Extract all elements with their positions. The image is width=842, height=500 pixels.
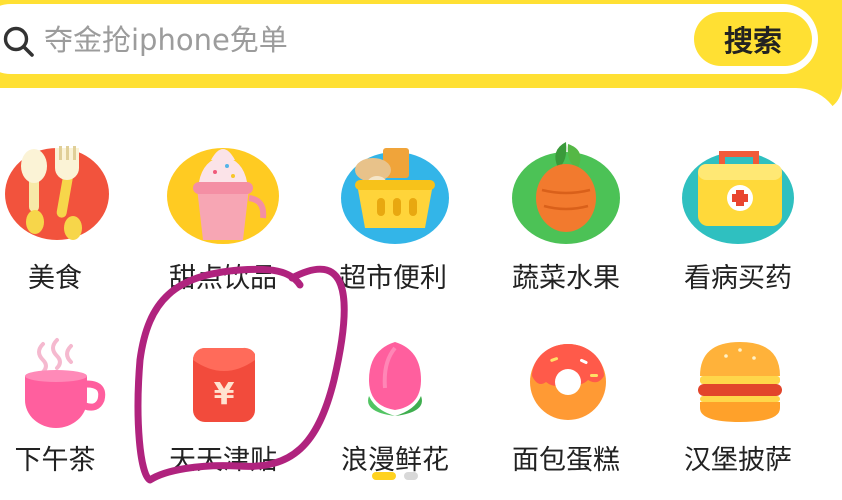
tea-cup-icon [25, 338, 106, 428]
flower-icon [368, 342, 422, 416]
category-label: 天天津贴 [169, 445, 277, 476]
category-label: 超市便利 [339, 263, 447, 294]
category-afternoon-tea[interactable]: 下午茶 [0, 330, 140, 500]
shopping-basket-icon [341, 148, 449, 244]
category-burger-pizza[interactable]: 汉堡披萨 [653, 330, 823, 500]
ice-cream-icon [167, 148, 279, 244]
category-bread-cake[interactable]: 面包蛋糕 [481, 330, 651, 500]
burger-icon [698, 342, 782, 422]
search-button[interactable]: 搜索 [694, 12, 812, 66]
cutlery-icon [5, 146, 109, 240]
medicine-box-icon [682, 151, 794, 244]
red-envelope-icon: ¥ [193, 347, 255, 422]
category-label: 看病买药 [684, 263, 792, 294]
category-label: 甜点饮品 [169, 263, 277, 294]
search-icon [3, 26, 34, 57]
category-label: 下午茶 [14, 445, 96, 476]
page-dot-active [372, 472, 396, 480]
category-label: 蔬菜水果 [512, 263, 620, 294]
category-dessert-drinks[interactable]: 甜点饮品 [138, 138, 308, 308]
category-daily-subsidy[interactable]: ¥ 天天津贴 [138, 330, 308, 500]
category-medicine[interactable]: 看病买药 [653, 138, 823, 308]
category-label: 面包蛋糕 [512, 445, 620, 476]
category-food[interactable]: 美食 [0, 138, 140, 308]
page-dot [404, 472, 418, 480]
yuan-symbol: ¥ [214, 377, 235, 412]
category-label: 美食 [28, 263, 82, 294]
search-bar[interactable]: 搜索 [0, 4, 818, 76]
category-label: 汉堡披萨 [684, 445, 792, 476]
category-label: 浪漫鲜花 [341, 445, 449, 476]
category-vegetables-fruits[interactable]: 蔬菜水果 [481, 138, 651, 308]
search-input[interactable] [42, 4, 606, 76]
donut-icon [530, 344, 606, 420]
category-supermarket[interactable]: 超市便利 [308, 138, 478, 308]
carrot-icon [512, 142, 620, 244]
